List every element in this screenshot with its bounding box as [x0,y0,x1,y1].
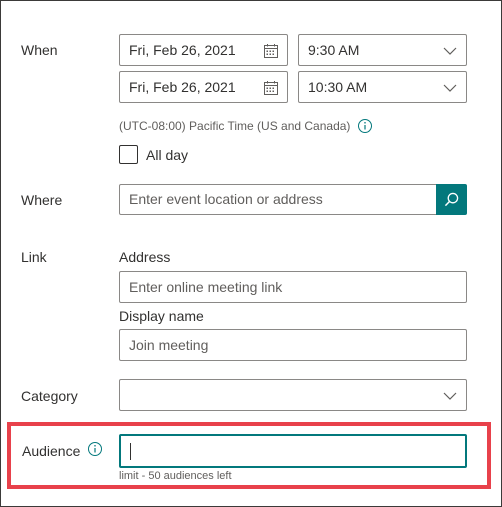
end-time-dropdown[interactable]: 10:30 AM [298,71,467,103]
start-time-dropdown[interactable]: 9:30 AM [298,34,467,66]
timezone-text: (UTC-08:00) Pacific Time (US and Canada) [119,119,351,133]
start-date-picker[interactable]: Fri, Feb 26, 2021 [119,34,288,66]
location-placeholder: Enter event location or address [129,191,323,207]
search-icon [444,192,459,207]
end-time-value: 10:30 AM [308,79,368,95]
meeting-link-placeholder: Enter online meeting link [129,279,283,295]
display-name-input[interactable]: Join meeting [119,329,467,361]
display-name-label: Display name [119,308,204,324]
display-name-placeholder: Join meeting [129,337,209,353]
end-date-picker[interactable]: Fri, Feb 26, 2021 [119,71,288,103]
chevron-down-icon [443,47,457,55]
all-day-checkbox[interactable] [119,145,138,164]
info-icon[interactable] [357,118,373,134]
calendar-icon[interactable] [263,80,279,96]
when-label: When [21,42,58,58]
location-input[interactable]: Enter event location or address [119,184,437,215]
event-form: When Fri, Feb 26, 2021 9:30 AM Fri, Feb … [0,0,502,507]
all-day-label: All day [146,147,189,163]
address-label: Address [119,249,171,265]
link-label: Link [21,249,47,265]
text-caret [130,443,131,460]
start-time-value: 9:30 AM [308,42,360,58]
category-dropdown[interactable] [119,379,467,411]
calendar-icon[interactable] [263,43,279,59]
audience-limit-hint: limit - 50 audiences left [119,470,232,482]
end-date-value: Fri, Feb 26, 2021 [129,79,236,95]
audience-input[interactable] [119,434,467,468]
chevron-down-icon [443,392,457,400]
meeting-link-input[interactable]: Enter online meeting link [119,271,467,303]
start-date-value: Fri, Feb 26, 2021 [129,42,236,58]
audience-label: Audience [22,443,81,459]
info-icon[interactable] [87,441,103,457]
search-button[interactable] [436,184,467,215]
chevron-down-icon [443,84,457,92]
where-label: Where [21,192,63,208]
category-label: Category [21,388,78,404]
